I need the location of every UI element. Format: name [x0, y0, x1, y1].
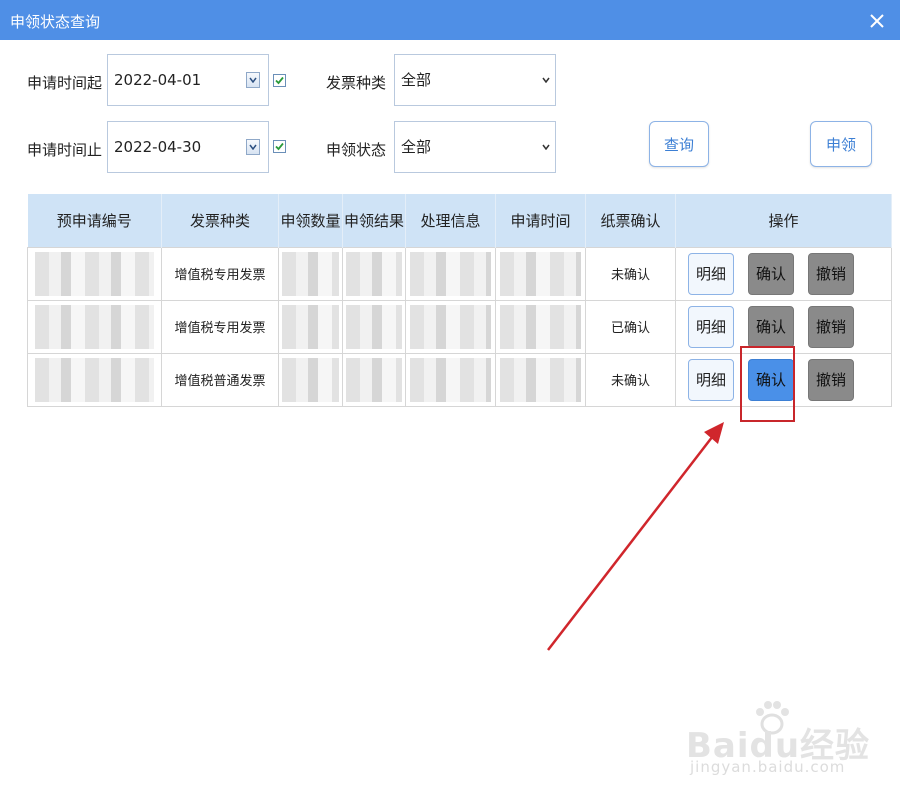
annotation-arrow-icon — [547, 422, 724, 651]
watermark-sub: jingyan.baidu.com — [690, 758, 846, 776]
baidu-watermark: Baidu经验 jingyan.baidu.com — [686, 700, 876, 780]
